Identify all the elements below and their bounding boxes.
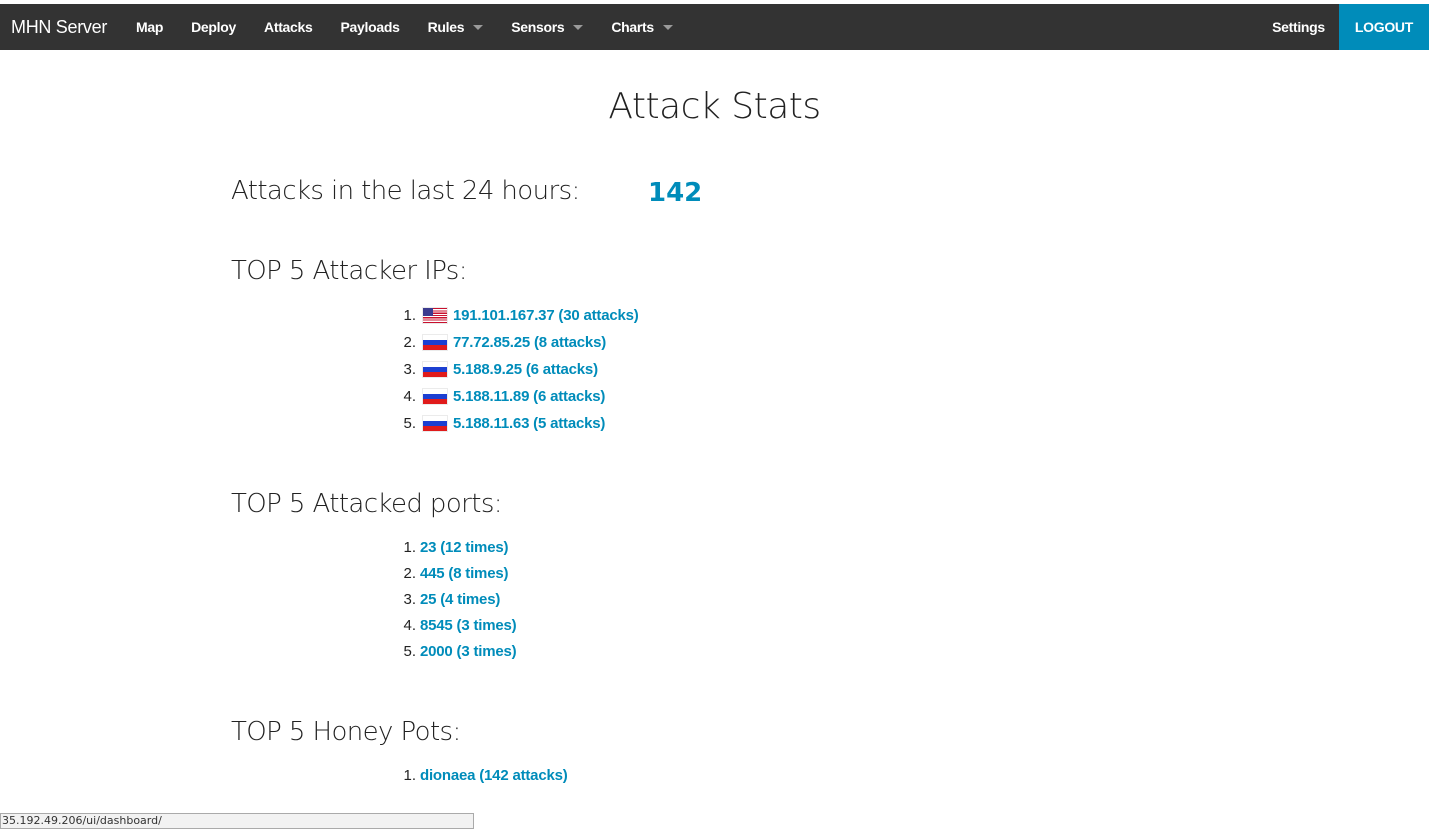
ru-flag-icon [423,362,447,377]
list-rank: 4. [403,388,416,405]
attacker-ip-link[interactable]: 191.101.167.37 (30 attacks) [453,302,639,329]
list-item: 1. 191.101.167.37 (30 attacks) [398,302,639,329]
nav-deploy-label: Deploy [191,19,237,35]
nav-attacks-label: Attacks [264,19,313,35]
list-item: 1. 23 (12 times) [398,535,516,561]
ru-flag-icon [423,416,447,431]
list-item: 1. dionaea (142 attacks) [398,763,568,789]
nav-sensors-label: Sensors [511,19,565,35]
attacked-port-link[interactable]: 23 (12 times) [420,535,508,561]
nav-charts-dropdown[interactable]: Charts [597,4,687,50]
list-item: 5. 5.188.11.63 (5 attacks) [398,410,639,437]
status-bar-url: 35.192.49.206/ui/dashboard/ [0,813,474,829]
nav-payloads[interactable]: Payloads [327,4,414,50]
top-ports-heading: TOP 5 Attacked ports: [231,489,503,519]
list-item: 3. 25 (4 times) [398,587,516,613]
attacks-24h-label: Attacks in the last 24 hours: [231,176,580,206]
chevron-down-icon [573,24,584,30]
us-flag-icon [423,308,447,323]
attacked-port-link[interactable]: 445 (8 times) [420,561,508,587]
nav-map[interactable]: Map [117,4,177,50]
nav-charts-label: Charts [611,19,654,35]
top-honeypots-heading: TOP 5 Honey Pots: [231,717,461,747]
chevron-down-icon [473,24,484,30]
nav-rules-dropdown[interactable]: Rules [414,4,498,50]
nav-map-label: Map [136,19,164,35]
list-item: 5. 2000 (3 times) [398,639,516,665]
list-rank: 4. [403,617,416,634]
top-ips-list: 1. 191.101.167.37 (30 attacks) 2. 77.72.… [398,302,639,437]
list-rank: 1. [403,307,416,324]
logout-button[interactable]: LOGOUT [1338,4,1429,50]
list-rank: 1. [403,539,416,556]
list-rank: 1. [403,767,416,784]
attacked-port-link[interactable]: 25 (4 times) [420,587,500,613]
navbar-right: Settings LOGOUT [1258,4,1429,50]
attacker-ip-link[interactable]: 5.188.9.25 (6 attacks) [453,356,598,383]
honeypot-link[interactable]: dionaea (142 attacks) [420,763,568,789]
list-rank: 5. [403,643,416,660]
top-ports-list: 1. 23 (12 times) 2. 445 (8 times) 3. 25 … [398,535,516,665]
top-honeypots-list: 1. dionaea (142 attacks) [398,763,568,789]
nav-deploy[interactable]: Deploy [177,4,250,50]
attacker-ip-link[interactable]: 5.188.11.89 (6 attacks) [453,383,605,410]
list-item: 3. 5.188.9.25 (6 attacks) [398,356,639,383]
attacker-ip-link[interactable]: 5.188.11.63 (5 attacks) [453,410,605,437]
top-navbar: MHN Server Map Deploy Attacks Payloads R… [0,4,1429,50]
list-item: 2. 77.72.85.25 (8 attacks) [398,329,639,356]
nav-sensors-dropdown[interactable]: Sensors [497,4,597,50]
list-rank: 5. [403,415,416,432]
chevron-down-icon [662,24,673,30]
list-rank: 3. [403,361,416,378]
page-title: Attack Stats [608,86,821,127]
brand-link[interactable]: MHN Server [0,4,117,50]
nav-payloads-label: Payloads [340,19,400,35]
nav-attacks[interactable]: Attacks [250,4,326,50]
attacker-ip-link[interactable]: 77.72.85.25 (8 attacks) [453,329,606,356]
list-rank: 2. [403,565,416,582]
list-rank: 2. [403,334,416,351]
list-item: 4. 5.188.11.89 (6 attacks) [398,383,639,410]
nav-rules-label: Rules [427,19,465,35]
attacked-port-link[interactable]: 8545 (3 times) [420,613,517,639]
attacks-24h-count: 142 [648,178,703,208]
attacked-port-link[interactable]: 2000 (3 times) [420,639,517,665]
list-rank: 3. [403,591,416,608]
list-item: 2. 445 (8 times) [398,561,516,587]
ru-flag-icon [423,389,447,404]
list-item: 4. 8545 (3 times) [398,613,516,639]
settings-link[interactable]: Settings [1258,4,1339,50]
top-ips-heading: TOP 5 Attacker IPs: [231,256,468,286]
ru-flag-icon [423,335,447,350]
